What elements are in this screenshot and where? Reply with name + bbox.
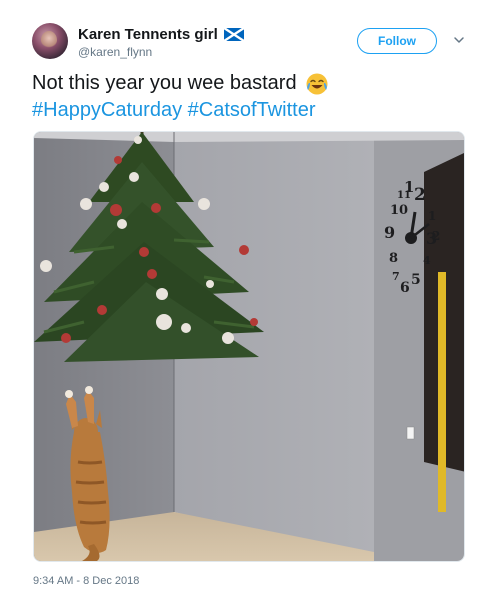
tweet-text: Not this year you wee bastard #HappyCatu… xyxy=(32,70,472,124)
svg-text:6: 6 xyxy=(400,280,410,296)
photo-scene: 1 2 1 2 3 4 5 6 7 8 9 10 11 xyxy=(34,132,464,561)
svg-text:3: 3 xyxy=(426,229,437,248)
light-switch xyxy=(406,426,415,440)
svg-text:2: 2 xyxy=(414,185,426,205)
hashtag-link[interactable]: #CatsofTwitter xyxy=(188,99,316,121)
svg-text:5: 5 xyxy=(411,272,421,288)
svg-text:9: 9 xyxy=(384,223,395,242)
tweet-body: Not this year you wee bastard xyxy=(32,72,297,94)
hashtag-row: #HappyCaturday #CatsofTwitter xyxy=(32,97,472,124)
author-display-name[interactable]: Karen Tennents girl xyxy=(78,26,218,43)
svg-text:7: 7 xyxy=(392,270,400,283)
tears-of-joy-emoji xyxy=(306,73,328,94)
door-frame xyxy=(438,272,446,512)
author-name-row[interactable]: Karen Tennents girl xyxy=(78,26,244,43)
tweet-card: Karen Tennents girl @karen_flynn Follow … xyxy=(0,0,489,600)
tweet-timestamp[interactable]: 9:34 AM - 8 Dec 2018 xyxy=(33,575,139,587)
svg-text:8: 8 xyxy=(389,251,398,266)
avatar[interactable] xyxy=(32,23,68,59)
chevron-down-icon[interactable] xyxy=(453,34,465,46)
svg-text:1: 1 xyxy=(428,209,436,223)
tweet-photo[interactable]: 1 2 1 2 3 4 5 6 7 8 9 10 11 xyxy=(33,131,465,562)
scotland-flag-icon xyxy=(223,28,244,41)
svg-text:4: 4 xyxy=(423,254,431,267)
svg-text:11: 11 xyxy=(397,190,411,201)
author-handle[interactable]: @karen_flynn xyxy=(78,45,152,59)
hashtag-link[interactable]: #HappyCaturday xyxy=(32,99,182,121)
follow-button[interactable]: Follow xyxy=(357,28,437,54)
svg-text:10: 10 xyxy=(390,203,408,218)
